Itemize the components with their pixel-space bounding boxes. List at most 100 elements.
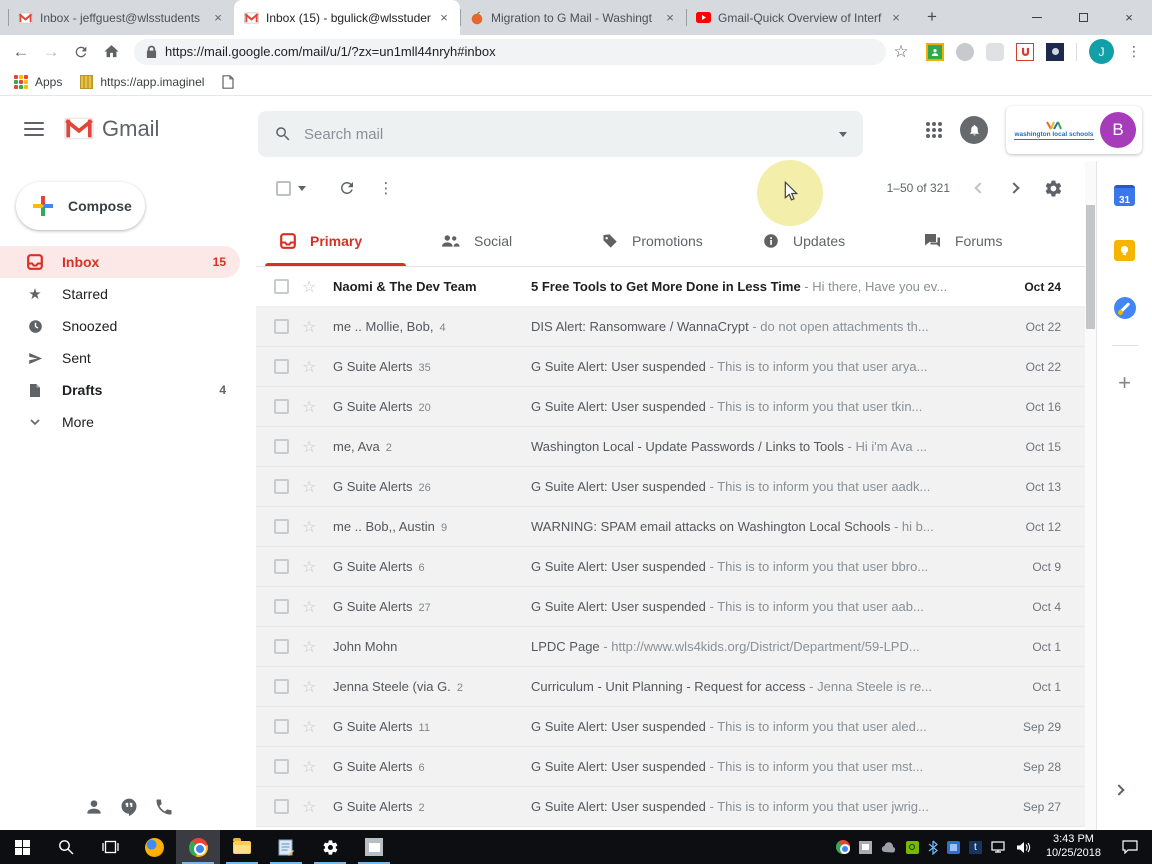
email-row[interactable]: ☆ me, Ava 2 Washington Local - Update Pa…: [256, 427, 1085, 467]
browser-tab[interactable]: Gmail-Quick Overview of Interf ×: [686, 0, 912, 35]
browser-tab[interactable]: Inbox (15) - bgulick@wlsstuder ×: [234, 0, 460, 35]
network-tray-icon[interactable]: [991, 841, 1007, 854]
email-checkbox[interactable]: [274, 319, 289, 334]
main-menu-icon[interactable]: [24, 118, 44, 140]
search-options-caret-icon[interactable]: [839, 132, 847, 137]
star-icon[interactable]: ☆: [302, 559, 320, 575]
task-view-icon[interactable]: [88, 830, 132, 864]
star-icon[interactable]: ☆: [302, 399, 320, 415]
sidebar-item-sent[interactable]: Sent: [0, 342, 240, 374]
taskbar-search-icon[interactable]: [44, 830, 88, 864]
star-icon[interactable]: ☆: [302, 479, 320, 495]
email-checkbox[interactable]: [274, 799, 289, 814]
app-tray-icon[interactable]: [859, 841, 872, 854]
star-icon[interactable]: ☆: [302, 639, 320, 655]
email-row[interactable]: ☆ John Mohn LPDC Page - http://www.wls4k…: [256, 627, 1085, 667]
back-icon[interactable]: ←: [6, 42, 36, 62]
tasks-icon[interactable]: [1114, 297, 1136, 319]
browser-tab[interactable]: Inbox - jeffguest@wlsstudents ×: [8, 0, 234, 35]
tab-close-icon[interactable]: ×: [888, 10, 904, 26]
gmail-logo[interactable]: Gmail: [64, 116, 159, 142]
software-tray-icon[interactable]: [947, 841, 960, 854]
extension-icon-red-shield[interactable]: [1016, 43, 1034, 61]
email-checkbox[interactable]: [274, 279, 289, 294]
start-button[interactable]: [0, 830, 44, 864]
reload-icon[interactable]: [66, 44, 96, 60]
select-caret-icon[interactable]: [298, 186, 306, 191]
email-checkbox[interactable]: [274, 559, 289, 574]
email-checkbox[interactable]: [274, 479, 289, 494]
email-checkbox[interactable]: [274, 439, 289, 454]
phone-icon[interactable]: [154, 797, 174, 817]
email-checkbox[interactable]: [274, 759, 289, 774]
tab-social[interactable]: Social: [426, 215, 567, 266]
star-icon[interactable]: ☆: [302, 759, 320, 775]
scrollbar-thumb[interactable]: [1086, 205, 1095, 329]
email-checkbox[interactable]: [274, 639, 289, 654]
email-row[interactable]: ☆ G Suite Alerts 35 G Suite Alert: User …: [256, 347, 1085, 387]
tab-updates[interactable]: Updates: [748, 215, 889, 266]
t-app-tray-icon[interactable]: t: [969, 841, 982, 854]
star-icon[interactable]: ☆: [302, 799, 320, 815]
new-tab-button[interactable]: +: [918, 4, 946, 32]
star-icon[interactable]: ☆: [302, 359, 320, 375]
firefox-taskbar-icon[interactable]: [132, 830, 176, 864]
star-icon[interactable]: ☆: [302, 279, 320, 295]
sidebar-item-inbox[interactable]: Inbox 15: [0, 246, 240, 278]
bookmark-imagine[interactable]: https://app.imaginel: [80, 75, 204, 89]
notepad-icon[interactable]: [264, 830, 308, 864]
email-checkbox[interactable]: [274, 599, 289, 614]
address-bar[interactable]: https://mail.google.com/mail/u/1/?zx=un1…: [134, 39, 886, 65]
settings-gear-taskbar-icon[interactable]: [308, 830, 352, 864]
account-chip[interactable]: washington local schools B: [1006, 106, 1142, 154]
extension-icon-gray-circle[interactable]: [956, 43, 974, 61]
search-bar[interactable]: [258, 111, 863, 157]
email-checkbox[interactable]: [274, 519, 289, 534]
email-row[interactable]: ☆ G Suite Alerts 6 G Suite Alert: User s…: [256, 547, 1085, 587]
newer-page-icon[interactable]: [974, 182, 985, 193]
calendar-icon[interactable]: 31: [1114, 185, 1135, 206]
tab-close-icon[interactable]: ×: [662, 10, 678, 26]
email-checkbox[interactable]: [274, 719, 289, 734]
tab-forums[interactable]: Forums: [909, 215, 1050, 266]
contacts-icon[interactable]: [84, 797, 104, 817]
volume-tray-icon[interactable]: [1016, 841, 1031, 854]
email-checkbox[interactable]: [274, 679, 289, 694]
email-row[interactable]: ☆ Jenna Steele (via G. 2 Curriculum - Un…: [256, 667, 1085, 707]
apps-bookmark[interactable]: Apps: [14, 75, 62, 89]
browser-menu-icon[interactable]: ⋮: [1126, 49, 1142, 54]
email-row[interactable]: ☆ G Suite Alerts 27 G Suite Alert: User …: [256, 587, 1085, 627]
star-icon[interactable]: ☆: [302, 319, 320, 335]
bookmark-page[interactable]: [222, 75, 234, 89]
star-icon[interactable]: ☆: [302, 599, 320, 615]
older-page-icon[interactable]: [1008, 182, 1019, 193]
file-explorer-icon[interactable]: [220, 830, 264, 864]
email-row[interactable]: ☆ me .. Bob,, Austin 9 WARNING: SPAM ema…: [256, 507, 1085, 547]
email-row[interactable]: ☆ G Suite Alerts 26 G Suite Alert: User …: [256, 467, 1085, 507]
compose-button[interactable]: Compose: [16, 182, 145, 230]
star-icon[interactable]: ☆: [302, 679, 320, 695]
email-row[interactable]: ☆ me .. Mollie, Bob, 4 DIS Alert: Ransom…: [256, 307, 1085, 347]
refresh-icon[interactable]: [338, 179, 356, 197]
search-input[interactable]: [304, 126, 839, 143]
chrome-tray-icon[interactable]: [836, 840, 850, 854]
collapse-panel-icon[interactable]: [1113, 784, 1124, 795]
restore-button[interactable]: [1060, 0, 1106, 35]
sidebar-item-snoozed[interactable]: Snoozed: [0, 310, 240, 342]
hangouts-icon[interactable]: [119, 797, 139, 817]
browser-tab[interactable]: Migration to G Mail - Washingt ×: [460, 0, 686, 35]
email-row[interactable]: ☆ G Suite Alerts 2 G Suite Alert: User s…: [256, 787, 1085, 827]
star-icon[interactable]: ☆: [302, 719, 320, 735]
close-button[interactable]: ×: [1106, 0, 1152, 35]
browser-profile-avatar[interactable]: J: [1089, 39, 1114, 64]
email-row[interactable]: ☆ Naomi & The Dev Team 5 Free Tools to G…: [256, 267, 1085, 307]
sidebar-item-drafts[interactable]: Drafts 4: [0, 374, 240, 406]
email-checkbox[interactable]: [274, 359, 289, 374]
email-checkbox[interactable]: [274, 399, 289, 414]
tab-close-icon[interactable]: ×: [210, 10, 226, 26]
email-row[interactable]: ☆ G Suite Alerts 11 G Suite Alert: User …: [256, 707, 1085, 747]
bookmark-star-icon[interactable]: ☆: [886, 42, 916, 62]
action-center-icon[interactable]: [1116, 840, 1148, 854]
email-row[interactable]: ☆ G Suite Alerts 6 G Suite Alert: User s…: [256, 747, 1085, 787]
taskbar-clock[interactable]: 3:43 PM 10/25/2018: [1040, 833, 1107, 861]
